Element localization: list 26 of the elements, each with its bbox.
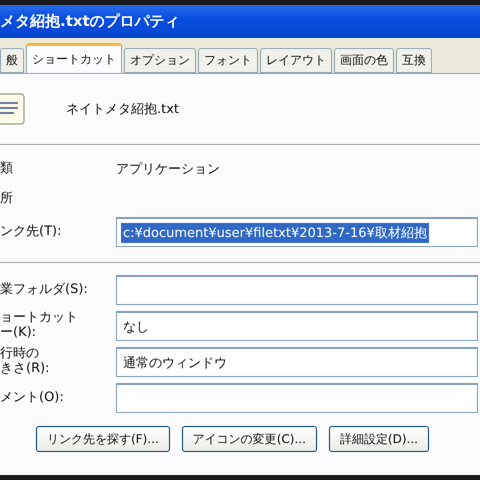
info-label: 所: [0, 192, 14, 206]
tab[interactable]: 画面の色: [334, 48, 394, 73]
dialog-button[interactable]: 詳細設定(D)...: [328, 426, 429, 452]
dialog-button[interactable]: リンク先を探す(F)...: [36, 426, 170, 452]
text-field[interactable]: [116, 383, 478, 413]
text-field[interactable]: なし: [116, 311, 478, 341]
tab[interactable]: レイアウト: [260, 48, 332, 73]
window-title: メタ紹抱.txtのプロパティ: [0, 12, 180, 31]
field-label: ンク先(T):: [0, 224, 62, 240]
text-field[interactable]: [116, 275, 478, 305]
tab[interactable]: オプション: [124, 48, 196, 73]
text-field[interactable]: c:¥document¥user¥filetxt¥2013-7-16¥取材紹抱: [116, 217, 478, 247]
field-label: ョートカット ー(K):: [0, 311, 79, 341]
info-label: 類: [0, 162, 14, 176]
field-label: 業フォルダ(S):: [0, 282, 89, 298]
file-name: ネイトメタ紹抱.txt: [66, 101, 180, 118]
shortcut-file-icon: [0, 93, 26, 125]
tab[interactable]: ショートカット: [26, 43, 122, 73]
tab[interactable]: 互換: [396, 48, 432, 73]
field-label: 行時の きさ(R):: [0, 347, 51, 377]
info-value: アプリケーション: [116, 161, 221, 178]
tab[interactable]: フォント: [198, 48, 258, 73]
text-field[interactable]: 通常のウィンドウ: [116, 347, 478, 377]
tab[interactable]: 般: [0, 48, 24, 73]
field-label: メント(O):: [0, 390, 65, 406]
dialog-button[interactable]: アイコンの変更(C)...: [182, 426, 317, 452]
